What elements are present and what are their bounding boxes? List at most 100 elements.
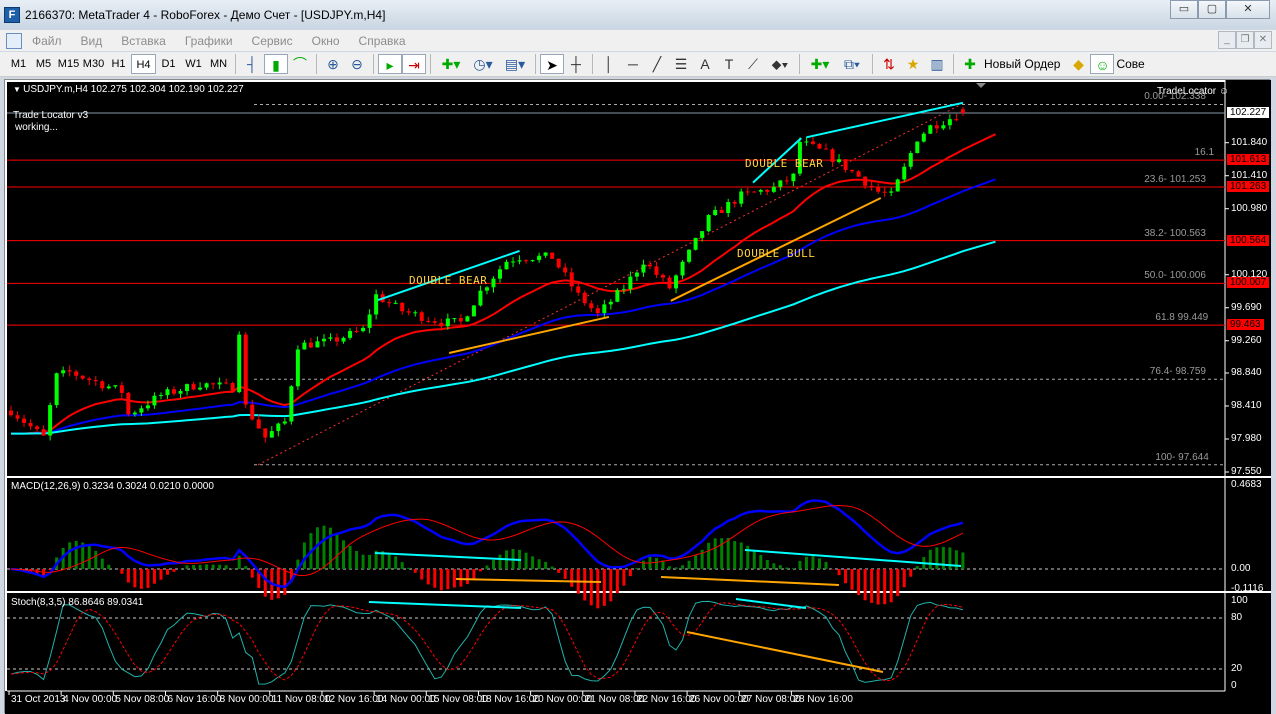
separator xyxy=(535,54,536,74)
indicators-icon[interactable]: ✚▾ xyxy=(435,54,467,74)
candle-body xyxy=(302,343,306,350)
vertical-line-icon[interactable]: │ xyxy=(597,54,621,74)
candle-body xyxy=(687,250,691,262)
chart-close-button[interactable]: ✕ xyxy=(1254,31,1272,49)
menu-file[interactable]: Файл xyxy=(32,34,62,48)
new-order-icon[interactable]: ✚ xyxy=(958,54,982,74)
macd-histogram-bar xyxy=(453,569,456,588)
macd-histogram-bar xyxy=(727,538,730,569)
menu-charts[interactable]: Графики xyxy=(185,34,233,48)
timeframe-m5[interactable]: M5 xyxy=(31,54,56,74)
menu-insert[interactable]: Вставка xyxy=(121,34,166,48)
fib-price-tag: 101.613 xyxy=(1227,154,1269,165)
close-button[interactable]: ✕ xyxy=(1226,0,1270,19)
chart-document-icon[interactable] xyxy=(6,33,22,49)
minimize-button[interactable]: ▭ xyxy=(1170,0,1198,19)
fibo-fan-icon[interactable]: ⟋ xyxy=(741,54,765,74)
candle-body xyxy=(146,405,150,408)
periods-icon[interactable]: ◷▾ xyxy=(467,54,499,74)
macd-histogram-bar xyxy=(127,569,130,582)
trendline-icon[interactable]: ╱ xyxy=(645,54,669,74)
timeframe-d1[interactable]: D1 xyxy=(156,54,181,74)
expert-advisors-button[interactable]: Сове xyxy=(1116,57,1144,71)
macd-histogram-bar xyxy=(668,566,671,569)
arrows-icon[interactable]: ⬥▾ xyxy=(765,54,795,74)
candle-body xyxy=(113,385,117,386)
candle-body xyxy=(342,338,346,342)
chart-window[interactable]: ▼ USDJPY.m,H4 102.275 102.304 102.190 10… xyxy=(4,79,1270,713)
timeframe-h4[interactable]: H4 xyxy=(131,54,156,74)
macd-histogram-bar xyxy=(590,569,593,605)
macd-histogram-bar xyxy=(733,541,736,569)
time-label: 15 Nov 08:00 xyxy=(428,694,488,705)
candle-body xyxy=(726,202,730,213)
timeframe-m15[interactable]: M15 xyxy=(56,54,81,74)
text-icon[interactable]: A xyxy=(693,54,717,74)
macd-histogram-bar xyxy=(368,555,371,569)
candle-body xyxy=(700,231,704,238)
candle-body xyxy=(615,290,619,302)
terminal-icon[interactable]: ▥ xyxy=(925,54,949,74)
macd-histogram-bar xyxy=(675,567,678,569)
chart-shift-icon[interactable]: ⇥ xyxy=(402,54,426,74)
candle-body xyxy=(283,422,287,424)
templates-icon[interactable]: ▤▾ xyxy=(499,54,531,74)
autoscroll-icon[interactable]: ▸ xyxy=(378,54,402,74)
macd-histogram-bar xyxy=(472,569,475,579)
horizontal-line-icon[interactable]: ─ xyxy=(621,54,645,74)
bar-chart-icon[interactable]: ┤ xyxy=(240,54,264,74)
line-chart-icon[interactable]: ⌒ xyxy=(288,54,312,74)
candlestick-icon[interactable]: ▮ xyxy=(264,54,288,74)
new-chart-icon[interactable]: ✚▾ xyxy=(804,54,836,74)
timeframe-m1[interactable]: M1 xyxy=(6,54,31,74)
candle-body xyxy=(152,396,156,406)
candle-body xyxy=(746,191,750,192)
candle-body xyxy=(87,379,91,381)
macd-histogram-bar xyxy=(407,568,410,569)
menu-window[interactable]: Окно xyxy=(312,34,340,48)
menu-view[interactable]: Вид xyxy=(81,34,103,48)
profiles-icon[interactable]: ⧉▾ xyxy=(836,54,868,74)
candle-body xyxy=(335,337,339,341)
new-order-button[interactable]: Новый Ордер xyxy=(984,57,1060,71)
chart-minimize-button[interactable]: _ xyxy=(1218,31,1236,49)
timeframe-h1[interactable]: H1 xyxy=(106,54,131,74)
market-watch-icon[interactable]: ⇅ xyxy=(877,54,901,74)
macd-histogram-bar xyxy=(929,550,932,569)
macd-histogram-bar xyxy=(322,526,325,569)
separator xyxy=(799,54,800,74)
macd-label: MACD(12,26,9) 0.3234 0.3024 0.0210 0.000… xyxy=(11,481,214,492)
navigator-icon[interactable]: ★ xyxy=(901,54,925,74)
menu-help[interactable]: Справка xyxy=(359,34,406,48)
alert-icon[interactable]: ◆ xyxy=(1066,54,1090,74)
macd-histogram-bar xyxy=(433,569,436,588)
macd-histogram-bar xyxy=(935,547,938,569)
text-label-icon[interactable]: T xyxy=(717,54,741,74)
pattern-label: DOUBLE BEAR xyxy=(409,274,487,287)
macd-histogram-bar xyxy=(785,568,788,569)
timeframe-w1[interactable]: W1 xyxy=(181,54,206,74)
timeframe-m30[interactable]: M30 xyxy=(81,54,106,74)
price-chart[interactable] xyxy=(5,80,1271,714)
candle-body xyxy=(16,415,20,418)
cursor-icon[interactable]: ➤ xyxy=(540,54,564,74)
macd-histogram-bar xyxy=(688,561,691,569)
restore-button[interactable]: ▢ xyxy=(1198,0,1226,19)
candle-body xyxy=(837,159,841,162)
chart-restore-button[interactable]: ❐ xyxy=(1236,31,1254,49)
zoom-in-icon[interactable]: ⊕ xyxy=(321,54,345,74)
timeframe-mn[interactable]: MN xyxy=(206,54,231,74)
macd-histogram-bar xyxy=(199,565,202,569)
macd-histogram-bar xyxy=(655,558,658,569)
candle-body xyxy=(413,312,417,313)
candle-body xyxy=(61,370,65,373)
crosshair-icon[interactable]: ┼ xyxy=(564,54,588,74)
fibonacci-icon[interactable]: ☰ xyxy=(669,54,693,74)
macd-histogram-bar xyxy=(303,542,306,569)
macd-histogram-bar xyxy=(218,565,221,569)
zoom-out-icon[interactable]: ⊖ xyxy=(345,54,369,74)
menu-tools[interactable]: Сервис xyxy=(252,34,293,48)
expert-advisors-icon[interactable]: ☺ xyxy=(1090,54,1114,74)
candle-body xyxy=(954,119,958,120)
candle-body xyxy=(348,331,352,338)
